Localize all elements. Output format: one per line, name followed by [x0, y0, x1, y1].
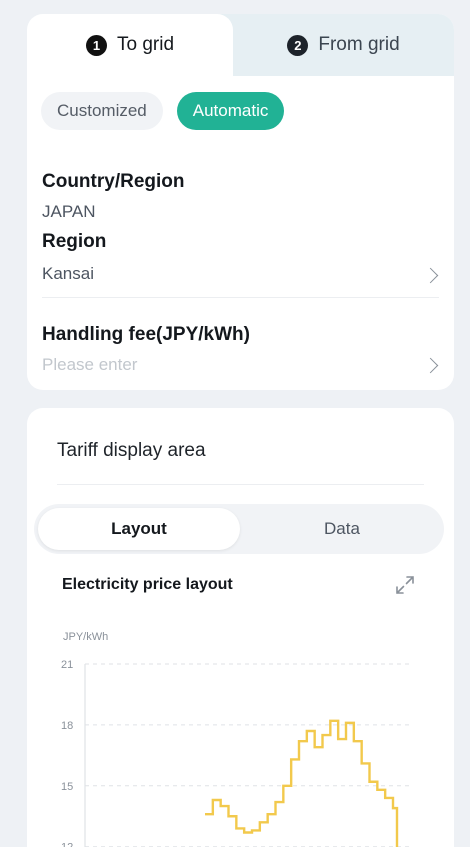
y-tick-label: 15 [61, 781, 73, 793]
expand-icon[interactable] [394, 574, 416, 596]
step-1-badge: 1 [85, 34, 107, 56]
price-series-line [205, 719, 399, 847]
country-region-label: Country/Region [42, 171, 185, 192]
tab-to-grid-label: To grid [116, 34, 175, 55]
layout-data-toggle: Layout Data [34, 504, 444, 554]
handling-fee-placeholder: Please enter [42, 355, 138, 374]
tab-from-grid[interactable]: 2 From grid [233, 14, 454, 76]
country-region-value: JAPAN [42, 202, 96, 221]
region-value: Kansai [42, 264, 94, 283]
y-tick-label: 21 [61, 659, 73, 671]
electricity-price-chart: JPY/kWh 12 15 18 21 [61, 631, 410, 847]
customized-button[interactable]: Customized [41, 92, 163, 130]
step-2-badge: 2 [287, 34, 309, 56]
data-tab[interactable]: Data [244, 508, 440, 550]
tariff-display-card: Tariff display area Layout Data Electric… [27, 408, 454, 847]
region-label: Region [42, 231, 107, 252]
handling-fee-label: Handling fee(JPY/kWh) [42, 324, 250, 345]
layout-tab[interactable]: Layout [38, 508, 240, 550]
tab-from-grid-label: From grid [318, 34, 400, 55]
divider [57, 484, 424, 485]
grid-settings-card: 1 To grid 2 From grid Customized Automat… [27, 14, 454, 390]
automatic-button[interactable]: Automatic [176, 92, 285, 130]
mode-selector: Customized Automatic [41, 92, 285, 130]
tariff-display-title: Tariff display area [57, 440, 206, 461]
y-tick-label: 18 [61, 720, 73, 732]
grid-direction-tabs: 1 To grid 2 From grid [27, 14, 454, 76]
divider [42, 297, 439, 298]
tab-to-grid[interactable]: 1 To grid [27, 14, 233, 76]
y-axis-label: JPY/kWh [63, 631, 108, 643]
y-tick-label: 12 [61, 842, 73, 847]
tariff-settings-screen: 1 To grid 2 From grid Customized Automat… [0, 0, 470, 847]
chevron-right-icon [422, 267, 439, 284]
chart-title: Electricity price layout [62, 576, 233, 593]
chevron-right-icon [422, 357, 439, 374]
